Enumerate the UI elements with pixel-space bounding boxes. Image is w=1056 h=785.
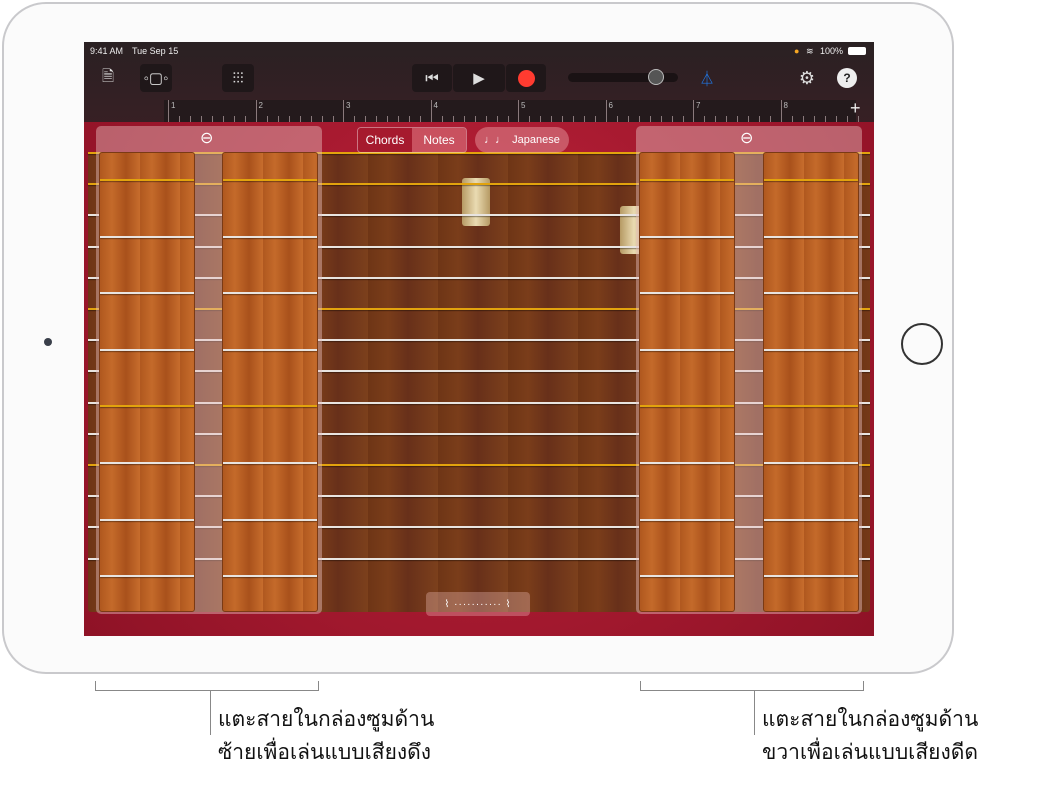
bar-number: 3	[346, 101, 351, 110]
caption-line: แตะสายในกล่องซูมด้าน	[218, 708, 435, 731]
help-button[interactable]: ?	[837, 68, 857, 88]
bar-number: 6	[608, 101, 613, 110]
zoom-out-icon[interactable]: ⊖	[200, 128, 213, 148]
silver-string[interactable]	[100, 235, 194, 238]
caption-line: ซ้ายเพื่อเล่นแบบเสียงดึง	[218, 741, 432, 764]
bar-number: 8	[783, 101, 788, 110]
wifi-icon: ≋	[806, 46, 814, 56]
right-pointer	[754, 691, 755, 735]
caption-line: ขวาเพื่อเล่นแบบเสียงดีด	[762, 741, 978, 764]
right-zoom-box: ⊖	[636, 126, 862, 614]
gold-string[interactable]	[640, 179, 734, 181]
silver-string[interactable]	[100, 518, 194, 521]
bridge	[462, 178, 490, 226]
silver-string[interactable]	[640, 348, 734, 351]
battery-icon	[848, 47, 866, 55]
ruler-tick	[780, 100, 782, 122]
mixer-button[interactable]: ⫶⫶⫶	[222, 64, 254, 92]
garageband-screen: 9:41 AM Tue Sep 15 ● ≋ 100% 🗎 ◦▢◦ ⫶⫶⫶ ⏮ …	[84, 42, 874, 636]
gold-string[interactable]	[223, 179, 317, 181]
koto-instrument: ⊖ ⊖ Chords Notes ♩♩ Japanese ⌇ ·········…	[84, 122, 874, 636]
scale-button[interactable]: ♩♩ Japanese	[475, 127, 569, 153]
volume-thumb[interactable]	[648, 69, 664, 85]
silver-string[interactable]	[640, 462, 734, 464]
left-zoom-box: ⊖	[96, 126, 322, 614]
left-caption: แตะสายในกล่องซูมด้าน ซ้ายเพื่อเล่นแบบเสี…	[218, 703, 434, 769]
right-caption: แตะสายในกล่องซูมด้าน ขวาเพื่อเล่นแบบเสีย…	[762, 703, 978, 769]
silver-string[interactable]	[764, 292, 858, 295]
right-bracket	[640, 681, 864, 691]
silver-string[interactable]	[640, 518, 734, 521]
ruler-tick	[168, 100, 169, 122]
gold-string[interactable]	[640, 405, 734, 408]
caption-line: แตะสายในกล่องซูมด้าน	[762, 708, 979, 731]
status-time: 9:41 AM	[90, 46, 124, 56]
bar-number: 1	[171, 101, 176, 110]
zoom-out-icon[interactable]: ⊖	[740, 128, 753, 148]
ruler-tick	[605, 100, 607, 122]
ruler-tick	[255, 100, 257, 122]
right-zoom-column[interactable]	[763, 152, 859, 612]
gold-string[interactable]	[100, 179, 194, 181]
silver-string[interactable]	[764, 348, 858, 351]
silver-string[interactable]	[640, 575, 734, 578]
settings-button[interactable]: ⚙	[794, 64, 820, 92]
silver-string[interactable]	[223, 235, 317, 238]
mic-indicator-icon: ●	[794, 46, 800, 56]
left-zoom-column[interactable]	[222, 152, 318, 612]
silver-string[interactable]	[640, 235, 734, 238]
chords-tab[interactable]: Chords	[358, 128, 412, 152]
camera	[44, 338, 52, 346]
record-button[interactable]	[506, 64, 546, 92]
timeline-ruler[interactable]: 1 2 3 4 5 6 7 8	[164, 100, 859, 122]
bar-number: 5	[521, 101, 526, 110]
add-section-button[interactable]: +	[850, 98, 861, 119]
metronome-button[interactable]: ⏃	[694, 64, 720, 92]
record-icon	[517, 69, 535, 87]
gold-string[interactable]	[764, 405, 858, 408]
ruler-tick	[518, 100, 519, 122]
silver-string[interactable]	[223, 292, 317, 295]
scale-label: Japanese	[512, 134, 560, 146]
bar-number: 7	[696, 101, 701, 110]
notes-tab[interactable]: Notes	[412, 128, 466, 152]
chords-notes-switch: Chords Notes	[357, 127, 467, 153]
silver-string[interactable]	[764, 518, 858, 521]
volume-slider[interactable]	[568, 69, 678, 85]
battery-percent: 100%	[820, 46, 844, 56]
rewind-button[interactable]: ⏮	[412, 64, 452, 92]
left-bracket	[95, 681, 319, 691]
silver-string[interactable]	[223, 462, 317, 464]
zoom-box-handle[interactable]: ⌇ ··········· ⌇	[426, 592, 530, 616]
silver-string[interactable]	[640, 292, 734, 295]
silver-string[interactable]	[223, 518, 317, 521]
silver-string[interactable]	[100, 348, 194, 351]
gold-string[interactable]	[223, 405, 317, 408]
notes-icon: ♩♩	[484, 134, 507, 146]
gold-string[interactable]	[764, 179, 858, 181]
left-pointer	[210, 691, 211, 735]
silver-string[interactable]	[100, 292, 194, 295]
silver-string[interactable]	[223, 348, 317, 351]
status-date: Tue Sep 15	[132, 46, 179, 56]
home-button[interactable]	[901, 323, 943, 365]
ruler-tick	[693, 100, 694, 122]
play-button[interactable]: ▶	[453, 64, 505, 92]
bar-number: 2	[258, 101, 263, 110]
ruler-tick	[343, 100, 344, 122]
silver-string[interactable]	[100, 462, 194, 464]
gold-string[interactable]	[100, 405, 194, 408]
document-icon[interactable]: 🗎	[96, 64, 120, 92]
silver-string[interactable]	[764, 575, 858, 578]
bar-number: 4	[433, 101, 438, 110]
silver-string[interactable]	[764, 462, 858, 464]
silver-string[interactable]	[100, 575, 194, 578]
silver-string[interactable]	[223, 575, 317, 578]
ruler-tick	[430, 100, 432, 122]
tracks-view-button[interactable]: ◦▢◦	[140, 64, 172, 92]
silver-string[interactable]	[764, 235, 858, 238]
right-zoom-column[interactable]	[639, 152, 735, 612]
left-zoom-column[interactable]	[99, 152, 195, 612]
